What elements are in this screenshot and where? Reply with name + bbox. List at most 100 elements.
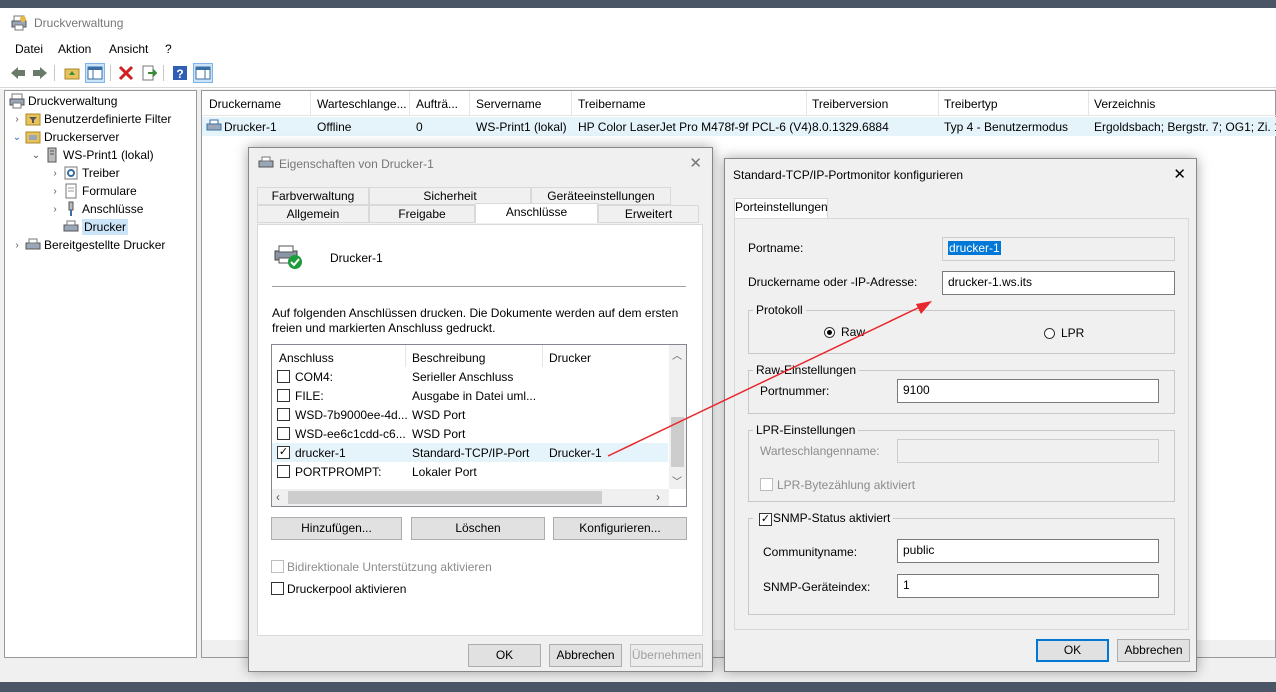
- column-divider[interactable]: [542, 345, 543, 367]
- export-icon[interactable]: [139, 63, 159, 83]
- column-divider[interactable]: [469, 91, 470, 115]
- table-row[interactable]: Drucker-1 Offline 0 WS-Print1 (lokal) HP…: [202, 117, 1276, 136]
- port-checkbox[interactable]: [277, 465, 290, 478]
- host-address-field[interactable]: drucker-1.ws.its: [942, 271, 1175, 295]
- column-header[interactable]: Warteschlange...: [317, 97, 407, 111]
- lpr-radio[interactable]: [1044, 328, 1055, 339]
- tab-erweitert[interactable]: Erweitert: [598, 205, 699, 223]
- port-row[interactable]: WSD-7b9000ee-4d... WSD Port: [272, 405, 668, 424]
- forward-icon[interactable]: [30, 63, 50, 83]
- column-divider[interactable]: [405, 345, 406, 367]
- column-header[interactable]: Druckername: [209, 97, 281, 111]
- chevron-down-icon[interactable]: ﹀: [672, 473, 682, 488]
- column-header[interactable]: Treiberversion: [812, 97, 888, 111]
- vertical-scrollbar[interactable]: ︿ ﹀: [669, 345, 686, 489]
- chevron-down-icon[interactable]: ⌄: [12, 132, 22, 143]
- ok-button[interactable]: OK: [468, 644, 541, 667]
- port-checkbox[interactable]: [277, 389, 290, 402]
- snmp-checkbox[interactable]: ✓: [759, 513, 772, 526]
- delete-icon[interactable]: [116, 63, 136, 83]
- tree-item-ws-print1[interactable]: ⌄ WS-Print1 (lokal): [31, 146, 154, 164]
- tab-anschluesse[interactable]: Anschlüsse: [475, 203, 598, 223]
- cancel-button[interactable]: Abbrechen: [549, 644, 622, 667]
- chevron-right-icon[interactable]: ›: [50, 204, 60, 215]
- column-divider[interactable]: [1088, 91, 1089, 115]
- tab-porteinstellungen[interactable]: Porteinstellungen: [734, 198, 828, 218]
- menu-ansicht[interactable]: Ansicht: [109, 42, 148, 56]
- view-icon[interactable]: [193, 63, 213, 83]
- tree-item-treiber[interactable]: › Treiber: [50, 164, 119, 182]
- tree-item-filters[interactable]: › Benutzerdefinierte Filter: [12, 110, 171, 128]
- help-icon[interactable]: ?: [170, 63, 190, 83]
- column-header[interactable]: Servername: [476, 97, 541, 111]
- port-row[interactable]: PORTPROMPT: Lokaler Port: [272, 462, 668, 481]
- tree-label: Formulare: [82, 184, 137, 198]
- pool-checkbox[interactable]: [271, 582, 284, 595]
- close-icon[interactable]: ✕: [1173, 165, 1186, 183]
- scroll-thumb[interactable]: [288, 491, 602, 504]
- chevron-left-icon[interactable]: ‹: [276, 490, 280, 504]
- port-checkbox[interactable]: [277, 427, 290, 440]
- tree-label: Drucker: [82, 219, 129, 235]
- chevron-right-icon[interactable]: ›: [50, 168, 60, 179]
- scroll-thumb[interactable]: [671, 417, 684, 467]
- chevron-right-icon[interactable]: ›: [656, 490, 660, 504]
- chevron-right-icon[interactable]: ›: [12, 114, 22, 125]
- up-folder-icon[interactable]: [62, 63, 82, 83]
- community-field[interactable]: public: [897, 539, 1159, 563]
- menu-aktion[interactable]: Aktion: [58, 42, 91, 56]
- tree-item-druckverwaltung[interactable]: Druckverwaltung: [9, 92, 117, 110]
- column-divider[interactable]: [806, 91, 807, 115]
- column-divider[interactable]: [938, 91, 939, 115]
- port-row[interactable]: WSD-ee6c1cdd-c6... WSD Port: [272, 424, 668, 443]
- lpr-bytecount-checkbox[interactable]: [760, 478, 773, 491]
- show-tree-icon[interactable]: [85, 63, 105, 83]
- tree-label: WS-Print1 (lokal): [63, 148, 154, 162]
- port-checkbox[interactable]: [277, 408, 290, 421]
- chevron-down-icon[interactable]: ⌄: [31, 150, 41, 161]
- column-divider[interactable]: [409, 91, 410, 115]
- column-header[interactable]: Treibertyp: [944, 97, 998, 111]
- port-checkbox[interactable]: [277, 370, 290, 383]
- apply-button[interactable]: Übernehmen: [630, 644, 703, 667]
- add-port-button[interactable]: Hinzufügen...: [271, 517, 402, 540]
- close-icon[interactable]: ✕: [689, 154, 702, 172]
- tree-item-drucker[interactable]: Drucker: [63, 218, 129, 236]
- horizontal-scrollbar[interactable]: ‹ ›: [272, 489, 669, 506]
- tree-item-formulare[interactable]: › Formulare: [50, 182, 137, 200]
- tree-item-druckerserver[interactable]: ⌄ Druckerserver: [12, 128, 120, 146]
- column-divider[interactable]: [310, 91, 311, 115]
- chevron-right-icon[interactable]: ›: [12, 240, 22, 251]
- chevron-up-icon[interactable]: ︿: [672, 347, 682, 362]
- tab-allgemein[interactable]: Allgemein: [257, 205, 369, 223]
- configure-port-button[interactable]: Konfigurieren...: [553, 517, 687, 540]
- menu-help[interactable]: ?: [165, 42, 172, 56]
- column-header[interactable]: Drucker: [549, 351, 591, 365]
- column-header[interactable]: Beschreibung: [412, 351, 485, 365]
- tree-item-anschluesse[interactable]: › Anschlüsse: [50, 200, 143, 218]
- tree-item-bereitgestellte[interactable]: › Bereitgestellte Drucker: [12, 236, 165, 254]
- queue-name-field[interactable]: [897, 439, 1159, 463]
- delete-port-button[interactable]: Löschen: [411, 517, 545, 540]
- cancel-button[interactable]: Abbrechen: [1117, 639, 1190, 662]
- port-checkbox[interactable]: ✓: [277, 446, 290, 459]
- port-row[interactable]: COM4: Serieller Anschluss: [272, 367, 668, 386]
- port-row[interactable]: ✓ drucker-1 Standard-TCP/IP-Port Drucker…: [272, 443, 668, 462]
- back-icon[interactable]: [8, 63, 28, 83]
- device-index-field[interactable]: 1: [897, 574, 1159, 598]
- tab-farbverwaltung[interactable]: Farbverwaltung: [257, 187, 369, 205]
- bidi-checkbox[interactable]: [271, 560, 284, 573]
- portname-field[interactable]: drucker-1: [942, 237, 1175, 261]
- column-header[interactable]: Anschluss: [279, 351, 334, 365]
- column-header[interactable]: Aufträ...: [416, 97, 458, 111]
- column-header[interactable]: Verzeichnis: [1094, 97, 1155, 111]
- raw-radio[interactable]: [824, 327, 835, 338]
- portnumber-field[interactable]: 9100: [897, 379, 1159, 403]
- tab-freigabe[interactable]: Freigabe: [369, 205, 475, 223]
- column-header[interactable]: Treibername: [578, 97, 646, 111]
- menu-datei[interactable]: Datei: [15, 42, 43, 56]
- column-divider[interactable]: [571, 91, 572, 115]
- chevron-right-icon[interactable]: ›: [50, 186, 60, 197]
- ok-button[interactable]: OK: [1036, 639, 1109, 662]
- port-row[interactable]: FILE: Ausgabe in Datei uml...: [272, 386, 668, 405]
